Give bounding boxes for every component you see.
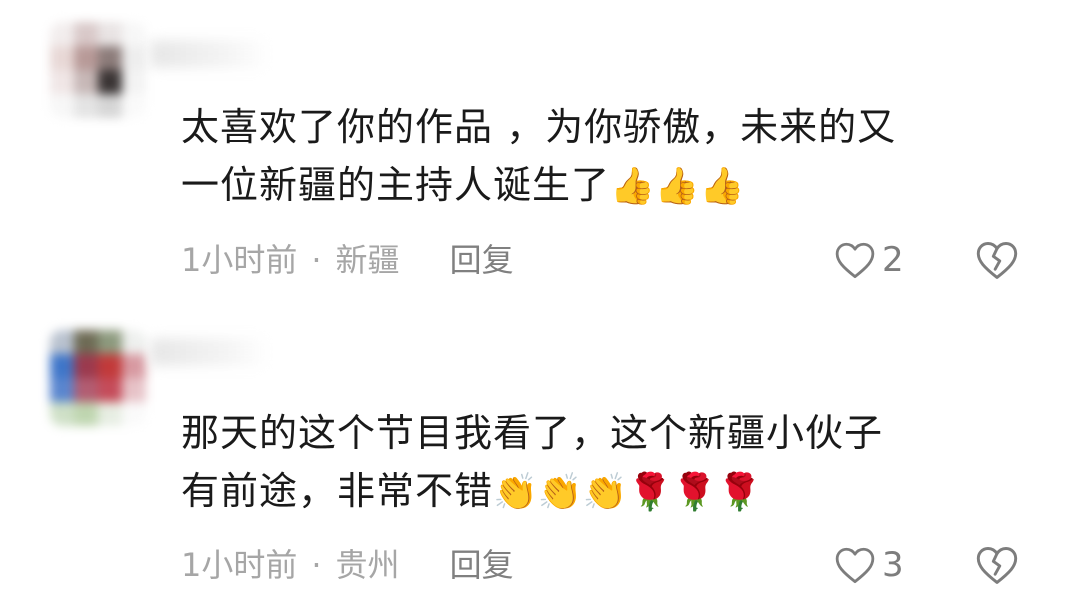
- comment-time: 1小时前: [181, 241, 298, 279]
- comment-location: 贵州: [335, 546, 400, 584]
- heart-outline-icon: [835, 242, 875, 279]
- heart-outline-icon: [835, 547, 875, 584]
- reply-button[interactable]: 回复: [450, 238, 514, 282]
- clap-rose-emoji: 👏👏👏🌹🌹🌹: [493, 472, 762, 513]
- reply-button[interactable]: 回复: [450, 543, 514, 587]
- meta-separator: ·: [311, 241, 322, 279]
- comment-text-line: 有前途，非常不错: [181, 469, 494, 513]
- username[interactable]: [150, 338, 270, 366]
- comment-text: 太喜欢了你的作品 ，为你骄傲，未来的又 一位新疆的主持人诞生了👍👍👍: [181, 98, 1021, 216]
- comment-location: 新疆: [335, 241, 400, 279]
- broken-heart-icon[interactable]: [975, 544, 1019, 586]
- comment-text-line: 那天的这个节目我看了，这个新疆小伙子: [181, 411, 884, 455]
- avatar[interactable]: [50, 22, 146, 118]
- comment-time: 1小时前: [181, 546, 298, 584]
- username[interactable]: [150, 40, 270, 68]
- broken-heart-icon[interactable]: [975, 239, 1019, 281]
- comment-text-line: 太喜欢了你的作品 ，为你骄傲，未来的又: [181, 105, 897, 149]
- like-button[interactable]: 2: [834, 238, 904, 282]
- meta-separator: ·: [311, 546, 322, 584]
- thumbs-up-emoji: 👍👍👍: [610, 166, 745, 207]
- comment-text: 那天的这个节目我看了，这个新疆小伙子 有前途，非常不错👏👏👏🌹🌹🌹: [181, 404, 1021, 522]
- comment-meta: 1小时前 · 贵州 回复: [181, 543, 514, 587]
- like-button[interactable]: 3: [834, 543, 904, 587]
- like-count: 3: [882, 545, 904, 585]
- comment-meta: 1小时前 · 新疆 回复: [181, 238, 514, 282]
- like-count: 2: [882, 240, 904, 280]
- avatar[interactable]: [50, 330, 146, 426]
- comment-text-line: 一位新疆的主持人诞生了: [181, 163, 611, 207]
